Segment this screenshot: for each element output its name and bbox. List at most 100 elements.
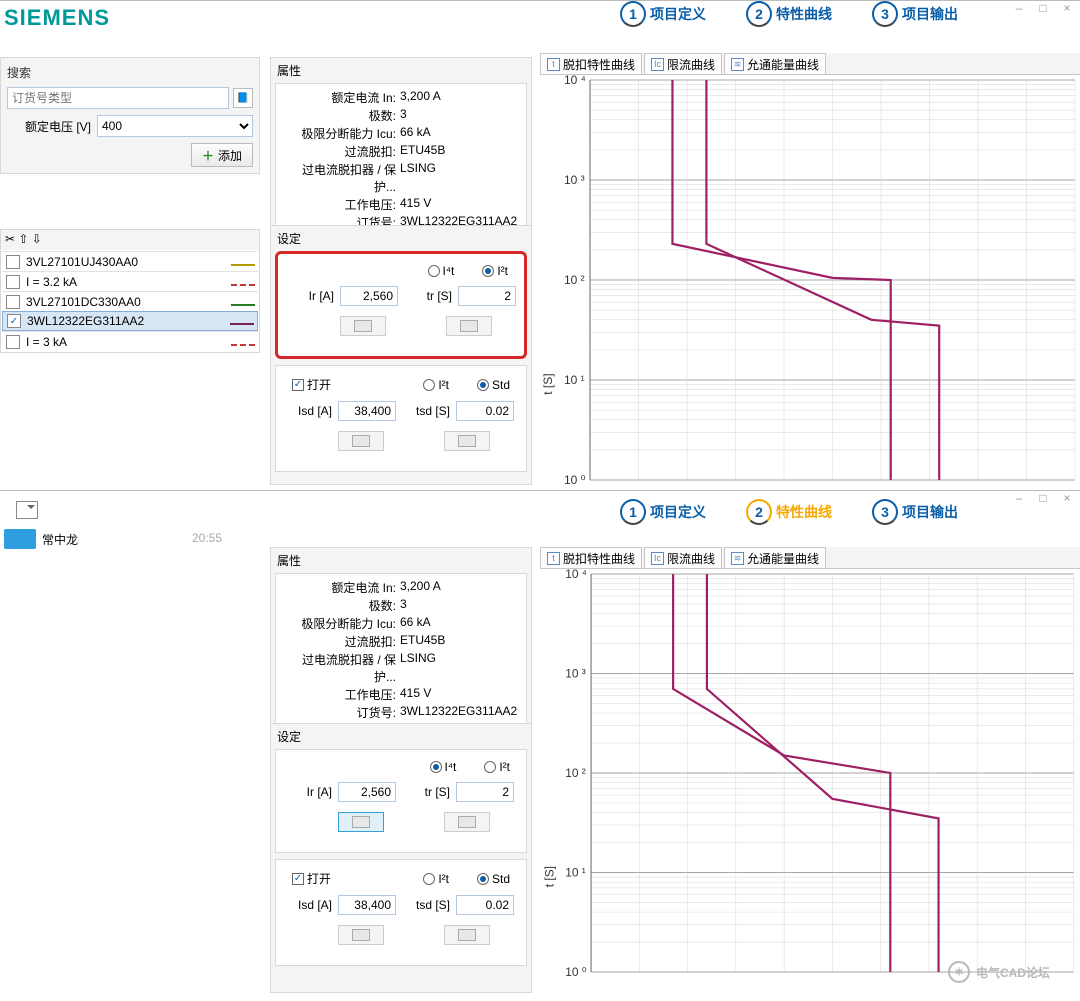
open-checkbox[interactable]: ✓打开 xyxy=(292,870,331,887)
wizard-step[interactable]: 1项目定义 xyxy=(620,1,706,27)
tr-input[interactable] xyxy=(456,782,514,802)
ir-input[interactable] xyxy=(338,782,396,802)
dropdown-icon[interactable] xyxy=(16,501,38,519)
prop-value: 3WL12322EG311AA2 xyxy=(400,704,520,721)
radio-isd-std[interactable]: Std xyxy=(477,376,510,393)
device-list-panel: ✂ ⇧ ⇩ 3VL27101UJ430AA0I = 3.2 kA 3VL27101… xyxy=(0,229,260,353)
row-checkbox[interactable] xyxy=(6,295,20,309)
add-button[interactable]: ＋添加 xyxy=(191,143,253,167)
chart-tab[interactable]: ≋允通能量曲线 xyxy=(724,547,826,568)
watermark: ✶ 电气CAD论坛 xyxy=(948,961,1050,983)
isd-input[interactable] xyxy=(338,401,396,421)
isd-label: Isd [A] xyxy=(284,898,332,912)
tr-slider[interactable] xyxy=(444,812,490,832)
tab-label: 允通能量曲线 xyxy=(747,550,819,567)
tr-label: tr [S] xyxy=(404,289,452,303)
isd-slider[interactable] xyxy=(338,925,384,945)
tab-label: 允通能量曲线 xyxy=(747,56,819,73)
device-list-row[interactable]: I = 3.2 kA xyxy=(2,271,258,291)
radio-i2t[interactable]: I²t xyxy=(484,760,510,774)
chart-tab[interactable]: Ic限流曲线 xyxy=(644,53,722,74)
chart-tab[interactable]: t脱扣特性曲线 xyxy=(540,547,642,568)
ir-slider[interactable] xyxy=(338,812,384,832)
list-tools[interactable]: ✂ ⇧ ⇩ xyxy=(1,230,259,250)
row-label: 3WL12322EG311AA2 xyxy=(27,314,227,328)
tr-input[interactable] xyxy=(458,286,516,306)
prop-label: 额定电流 In: xyxy=(282,89,400,106)
radio-isd-i2t[interactable]: I²t xyxy=(423,376,449,393)
tsd-slider[interactable] xyxy=(444,925,490,945)
wizard-steps: 1项目定义 2特性曲线 3项目输出 xyxy=(620,499,958,525)
max-btn[interactable]: □ xyxy=(1036,1,1050,15)
tsd-input[interactable] xyxy=(456,401,514,421)
catalog-icon[interactable]: 📘 xyxy=(233,88,253,108)
row-checkbox[interactable] xyxy=(6,275,20,289)
step-label: 项目输出 xyxy=(902,4,958,24)
tsd-label: tsd [S] xyxy=(402,404,450,418)
tab-icon: t xyxy=(547,58,560,71)
chart-tab[interactable]: ≋允通能量曲线 xyxy=(724,53,826,74)
close-btn[interactable]: × xyxy=(1060,1,1074,15)
row-label: 3VL27101DC330AA0 xyxy=(26,295,228,309)
row-checkbox[interactable]: ✓ xyxy=(7,314,21,328)
prop-value: 3 xyxy=(400,597,520,614)
radio-i4t[interactable]: I⁴t xyxy=(428,264,455,278)
radio-i2t[interactable]: I²t xyxy=(482,264,508,278)
isd-slider[interactable] xyxy=(338,431,384,451)
ir-label: Ir [A] xyxy=(284,785,332,799)
radio-i4t[interactable]: I⁴t xyxy=(430,760,457,774)
tsd-input[interactable] xyxy=(456,895,514,915)
device-list-row[interactable]: I = 3 kA xyxy=(2,331,258,351)
tab-label: 限流曲线 xyxy=(667,56,715,73)
min-btn[interactable]: – xyxy=(1012,491,1026,505)
tr-slider[interactable] xyxy=(446,316,492,336)
svg-text:10 ²: 10 ² xyxy=(564,273,585,287)
radio-isd-i2t[interactable]: I²t xyxy=(423,870,449,887)
min-btn[interactable]: – xyxy=(1012,1,1026,15)
prop-value: LSING xyxy=(400,161,520,195)
wizard-step[interactable]: 1项目定义 xyxy=(620,499,706,525)
wizard-step[interactable]: 2特性曲线 xyxy=(746,499,832,525)
brand-logo: SIEMENS xyxy=(4,5,110,31)
tsd-slider[interactable] xyxy=(444,431,490,451)
order-type-input[interactable] xyxy=(7,87,229,109)
properties-title: 属性 xyxy=(271,548,531,573)
voltage-select[interactable]: 400 xyxy=(97,115,253,137)
row-checkbox[interactable] xyxy=(6,255,20,269)
row-checkbox[interactable] xyxy=(6,335,20,349)
prop-label: 极数: xyxy=(282,107,400,124)
step-number-icon: 2 xyxy=(746,499,772,525)
step-label: 项目输出 xyxy=(902,502,958,522)
wizard-step[interactable]: 2特性曲线 xyxy=(746,1,832,27)
settings-title: 设定 xyxy=(271,226,531,251)
device-list-row[interactable]: 3VL27101DC330AA0 xyxy=(2,291,258,311)
ir-input[interactable] xyxy=(340,286,398,306)
svg-text:t [S]: t [S] xyxy=(541,373,555,394)
chart-tab[interactable]: t脱扣特性曲线 xyxy=(540,53,642,74)
close-btn[interactable]: × xyxy=(1060,491,1074,505)
svg-text:10 ⁴: 10 ⁴ xyxy=(565,569,587,581)
device-list-row[interactable]: 3VL27101UJ430AA0 xyxy=(2,251,258,271)
chart-panel: t脱扣特性曲线Ic限流曲线≋允通能量曲线 10 ⁴10 ³10 ²10 ¹10 … xyxy=(540,53,1080,485)
wizard-step[interactable]: 3项目输出 xyxy=(872,1,958,27)
row-swatch xyxy=(228,335,258,349)
svg-text:10 ¹: 10 ¹ xyxy=(565,865,586,879)
tsd-label: tsd [S] xyxy=(402,898,450,912)
open-checkbox[interactable]: ✓打开 xyxy=(292,376,331,393)
wizard-step[interactable]: 3项目输出 xyxy=(872,499,958,525)
settings-group-ir: I⁴t I²t Ir [A] tr [S] xyxy=(275,251,527,359)
ir-label: Ir [A] xyxy=(286,289,334,303)
step-label: 项目定义 xyxy=(650,502,706,522)
tab-icon: ≋ xyxy=(731,58,744,71)
device-list-row[interactable]: ✓ 3WL12322EG311AA2 xyxy=(2,311,258,331)
ir-slider[interactable] xyxy=(340,316,386,336)
row-swatch xyxy=(228,275,258,289)
isd-input[interactable] xyxy=(338,895,396,915)
radio-isd-std[interactable]: Std xyxy=(477,870,510,887)
step-label: 特性曲线 xyxy=(776,502,832,522)
isd-label: Isd [A] xyxy=(284,404,332,418)
prop-label: 订货号: xyxy=(282,704,400,721)
prop-value: 3,200 A xyxy=(400,579,520,596)
max-btn[interactable]: □ xyxy=(1036,491,1050,505)
chart-tab[interactable]: Ic限流曲线 xyxy=(644,547,722,568)
